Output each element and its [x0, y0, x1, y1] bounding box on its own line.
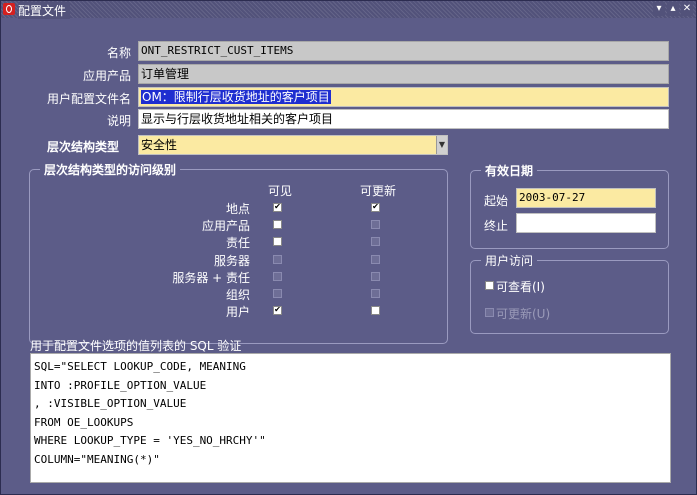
effective-dates-group: 有效日期 起始 2003-07-27 终止: [470, 162, 669, 249]
access-level-title: 层次结构类型的访问级别: [40, 161, 181, 178]
sql-line: SQL="SELECT LOOKUP_CODE, MEANING: [34, 360, 246, 373]
updatable-checkbox[interactable]: [371, 203, 380, 212]
access-row-label: 用户: [225, 305, 250, 320]
user-profile-name-field[interactable]: OM：限制行层收货地址的客户项目: [138, 87, 669, 107]
user-access-group: 用户访问 可查看(I) 可更新(U): [470, 252, 669, 334]
access-row-label: 服务器 + 责任: [172, 270, 250, 285]
visible-checkbox[interactable]: [273, 289, 282, 298]
can-view-checkbox[interactable]: [485, 281, 494, 290]
hierarchy-type-label: 层次结构类型: [46, 140, 119, 154]
hierarchy-type-value: 安全性: [141, 138, 178, 152]
hierarchy-type-select[interactable]: 安全性 ▼: [138, 135, 448, 155]
access-row-label: 地点: [225, 202, 250, 216]
end-date-label: 终止: [484, 219, 509, 233]
can-view-label: 可查看(I): [496, 280, 545, 294]
user-profile-name-label: 用户配置文件名: [46, 92, 131, 106]
form-content: 名称 ONT_RESTRICT_CUST_ITEMS 应用产品 订单管理 用户配…: [3, 19, 694, 494]
window-title: 配置文件: [18, 2, 71, 19]
updatable-checkbox[interactable]: [371, 271, 380, 281]
window-controls: ▾ ▴ ✕: [653, 2, 693, 16]
access-row-label: 责任: [225, 236, 250, 251]
updatable-checkbox[interactable]: [371, 220, 380, 230]
visible-checkbox[interactable]: [273, 306, 282, 316]
name-label: 名称: [106, 46, 131, 60]
visible-checkbox[interactable]: [273, 254, 282, 264]
updatable-checkbox[interactable]: [371, 237, 380, 247]
sql-line: COLUMN="MEANING(*)": [34, 452, 160, 466]
visible-checkbox[interactable]: [273, 271, 282, 281]
title-bar: 配置文件 ▾ ▴ ✕: [1, 1, 696, 19]
user-access-title: 用户访问: [481, 252, 538, 269]
start-date-field[interactable]: 2003-07-27: [516, 188, 656, 208]
access-level-group: 层次结构类型的访问级别 可见 可更新 地点应用产品责任服务器服务器 + 责任组织…: [29, 161, 448, 344]
sql-validation-label: 用于配置文件选项的值列表的 SQL 验证: [30, 339, 242, 353]
updatable-column-header: 可更新: [360, 184, 397, 198]
description-label: 说明: [106, 114, 131, 128]
access-row-label: 服务器: [213, 253, 250, 268]
start-date-label: 起始: [484, 194, 509, 208]
end-date-field[interactable]: [516, 213, 656, 233]
application-label: 应用产品: [82, 69, 131, 83]
description-field[interactable]: 显示与行层收货地址相关的客户项目: [138, 109, 669, 129]
visible-column-header: 可见: [268, 184, 293, 198]
maximize-icon[interactable]: ▴: [667, 2, 679, 16]
access-row-label: 应用产品: [201, 219, 250, 234]
sql-line: FROM OE_LOOKUPS: [34, 415, 134, 429]
name-field[interactable]: ONT_RESTRICT_CUST_ITEMS: [138, 41, 669, 61]
sql-line: , :VISIBLE_OPTION_VALUE: [34, 397, 187, 410]
close-icon[interactable]: ✕: [681, 2, 693, 16]
sql-line: INTO :PROFILE_OPTION_VALUE: [34, 378, 207, 392]
updatable-checkbox[interactable]: [371, 289, 380, 298]
minimize-icon[interactable]: ▾: [653, 2, 665, 16]
visible-checkbox[interactable]: [273, 203, 282, 212]
access-row-label: 组织: [225, 288, 250, 302]
updatable-checkbox[interactable]: [371, 306, 380, 316]
can-update-label: 可更新(U): [496, 307, 551, 321]
visible-checkbox[interactable]: [273, 220, 282, 230]
effective-dates-title: 有效日期: [481, 162, 538, 179]
updatable-checkbox[interactable]: [371, 254, 380, 264]
visible-checkbox[interactable]: [273, 237, 282, 247]
oracle-app-icon: [3, 3, 15, 15]
sql-line: WHERE LOOKUP_TYPE = 'YES_NO_HRCHY'": [34, 434, 266, 447]
selected-text: OM：限制行层收货地址的客户项目: [141, 90, 331, 104]
sql-validation-field[interactable]: SQL="SELECT LOOKUP_CODE, MEANING INTO :PR…: [30, 353, 671, 483]
chevron-down-icon[interactable]: ▼: [436, 136, 447, 154]
can-update-checkbox[interactable]: [485, 308, 494, 317]
profile-window: 配置文件 ▾ ▴ ✕ 名称 ONT_RESTRICT_CUST_ITEMS 应用…: [0, 0, 697, 495]
application-field[interactable]: 订单管理: [138, 64, 669, 84]
